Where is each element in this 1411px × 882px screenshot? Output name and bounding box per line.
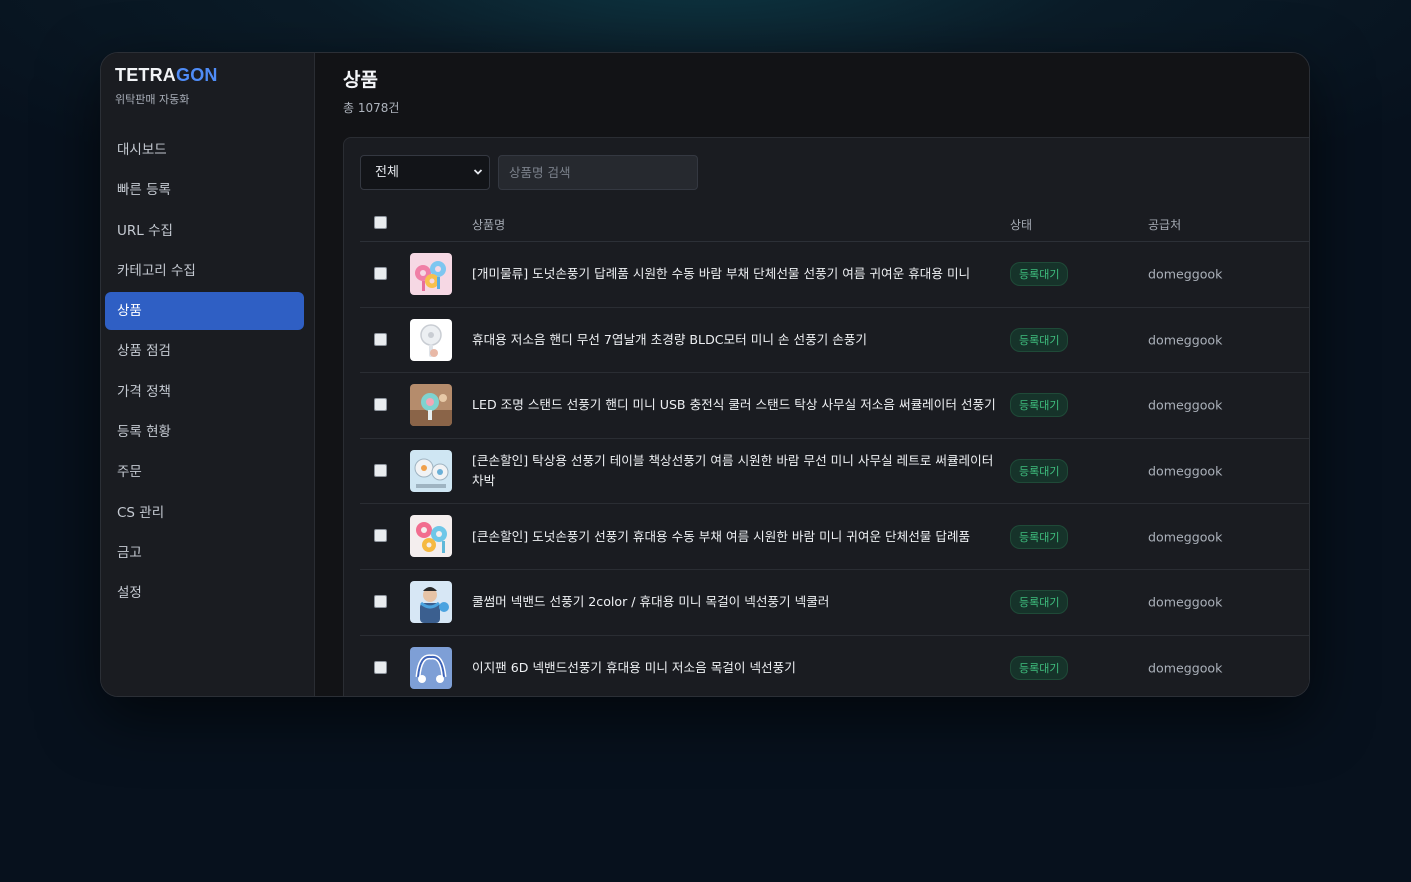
supplier-name: domeggook — [1148, 529, 1223, 545]
brand-subtitle: 위탁판매 자동화 — [115, 93, 190, 106]
product-name[interactable]: LED 조명 스탠드 선풍기 핸디 미니 USB 충전식 쿨러 스탠드 탁상 사… — [472, 395, 997, 415]
brand-logo[interactable]: TETRAGON — [115, 65, 300, 85]
table-row[interactable]: LED 조명 스탠드 선풍기 핸디 미니 USB 충전식 쿨러 스탠드 탁상 사… — [360, 373, 1309, 439]
row-checkbox[interactable] — [374, 332, 387, 346]
sidebar-item-settings[interactable]: 설정 — [105, 574, 304, 612]
sidebar-item-orders[interactable]: 주문 — [105, 453, 304, 491]
row-checkbox[interactable] — [374, 398, 387, 412]
supplier-name: domeggook — [1148, 463, 1223, 479]
sidebar-item-cs[interactable]: CS 관리 — [105, 494, 304, 532]
product-thumbnail-donut-fan[interactable] — [410, 253, 452, 295]
product-name[interactable]: 쿨썸머 넥밴드 선풍기 2color / 휴대용 미니 목걸이 넥선풍기 넥쿨러 — [472, 592, 997, 612]
table-row[interactable]: [개미물류] 도넛손풍기 답례품 시원한 수동 바람 부채 단체선물 선풍기 여… — [360, 242, 1309, 308]
product-name[interactable]: [큰손할인] 도넛손풍기 선풍기 휴대용 수동 부채 여름 시원한 바람 미니 … — [472, 527, 997, 547]
sidebar-item-products[interactable]: 상품 — [105, 292, 304, 331]
page-title: 상품 — [343, 69, 378, 91]
product-thumbnail-desk-fan[interactable] — [410, 449, 452, 492]
brand: TETRAGON 위탁판매 자동화 — [101, 65, 314, 131]
product-search-input[interactable] — [498, 155, 698, 190]
product-name[interactable]: [큰손할인] 탁상용 선풍기 테이블 책상선풍기 여름 시원한 바람 무선 미니… — [472, 451, 997, 491]
table-header: 상품명 상태 공급처 — [360, 204, 1309, 242]
product-thumbnail-neckband-fan[interactable] — [410, 646, 452, 689]
header-status: 상태 — [1010, 218, 1033, 232]
status-filter-select[interactable]: 전체 — [360, 155, 490, 190]
status-badge: 등록대기 — [1010, 327, 1069, 352]
product-name[interactable]: 이지팬 6D 넥밴드선풍기 휴대용 미니 저소음 목걸이 넥선풍기 — [472, 658, 997, 678]
supplier-name: domeggook — [1148, 332, 1223, 348]
table-row[interactable]: 쿨썸머 넥밴드 선풍기 2color / 휴대용 미니 목걸이 넥선풍기 넥쿨러… — [360, 570, 1309, 636]
header-supplier: 공급처 — [1148, 218, 1182, 232]
sidebar-item-vault[interactable]: 금고 — [105, 534, 304, 572]
sidebar-nav: 대시보드 빠른 등록 URL 수집 카테고리 수집 상품 상품 점검 가격 정책… — [101, 131, 314, 612]
sidebar: TETRAGON 위탁판매 자동화 대시보드 빠른 등록 URL 수집 카테고리… — [101, 53, 315, 696]
main-content: 상품 총 1078건 전체 상품명 상태 공급처 — [315, 53, 1309, 696]
table-row[interactable]: [큰손할인] 도넛손풍기 선풍기 휴대용 수동 부채 여름 시원한 바람 미니 … — [360, 504, 1309, 570]
sidebar-item-url-collect[interactable]: URL 수집 — [105, 212, 304, 250]
product-thumbnail-handy-fan[interactable] — [410, 318, 452, 361]
product-name[interactable]: [개미물류] 도넛손풍기 답례품 시원한 수동 바람 부채 단체선물 선풍기 여… — [472, 264, 997, 284]
status-badge: 등록대기 — [1010, 459, 1069, 484]
product-thumbnail-neck-fan[interactable] — [410, 580, 452, 623]
row-checkbox[interactable] — [374, 594, 387, 608]
row-checkbox[interactable] — [374, 463, 387, 477]
row-checkbox[interactable] — [374, 267, 387, 280]
supplier-name: domeggook — [1148, 397, 1223, 413]
sidebar-item-price-policy[interactable]: 가격 정책 — [105, 373, 304, 411]
status-badge: 등록대기 — [1010, 393, 1069, 418]
sidebar-item-quick-register[interactable]: 빠른 등록 — [105, 171, 304, 209]
product-thumbnail-led-fan[interactable] — [410, 384, 452, 427]
supplier-name: domeggook — [1148, 266, 1223, 282]
chevron-down-icon — [473, 156, 483, 203]
supplier-name: domeggook — [1148, 594, 1223, 610]
sidebar-item-product-check[interactable]: 상품 점검 — [105, 332, 304, 370]
table-row[interactable]: 휴대용 저소음 핸디 무선 7엽날개 초경량 BLDC모터 미니 손 선풍기 손… — [360, 308, 1309, 374]
product-thumbnail-donut-fan-2[interactable] — [410, 515, 452, 558]
status-badge: 등록대기 — [1010, 524, 1069, 549]
status-filter-value: 전체 — [375, 165, 399, 180]
app-window: TETRAGON 위탁판매 자동화 대시보드 빠른 등록 URL 수집 카테고리… — [100, 52, 1310, 697]
products-panel: 전체 상품명 상태 공급처 [ — [343, 137, 1309, 696]
status-badge: 등록대기 — [1010, 262, 1069, 287]
product-count: 총 1078건 — [343, 101, 400, 115]
row-checkbox[interactable] — [374, 529, 387, 543]
status-badge: 등록대기 — [1010, 590, 1069, 615]
brand-name-part1: TETRA — [115, 65, 176, 85]
row-checkbox[interactable] — [374, 660, 387, 674]
sidebar-item-category-collect[interactable]: 카테고리 수집 — [105, 252, 304, 290]
supplier-name: domeggook — [1148, 660, 1223, 676]
brand-name-part2: GON — [176, 65, 218, 85]
products-table: 상품명 상태 공급처 [개미물류] 도넛손풍기 답례품 시원한 수동 바람 부채… — [360, 204, 1309, 696]
table-row[interactable]: 이지팬 6D 넥밴드선풍기 휴대용 미니 저소음 목걸이 넥선풍기 등록대기 d… — [360, 636, 1309, 696]
table-row[interactable]: [큰손할인] 탁상용 선풍기 테이블 책상선풍기 여름 시원한 바람 무선 미니… — [360, 439, 1309, 505]
sidebar-item-dashboard[interactable]: 대시보드 — [105, 131, 304, 169]
select-all-checkbox[interactable] — [374, 216, 387, 229]
header-product-name: 상품명 — [472, 218, 506, 232]
sidebar-item-register-status[interactable]: 등록 현황 — [105, 413, 304, 451]
product-name[interactable]: 휴대용 저소음 핸디 무선 7엽날개 초경량 BLDC모터 미니 손 선풍기 손… — [472, 330, 997, 350]
status-badge: 등록대기 — [1010, 655, 1069, 680]
